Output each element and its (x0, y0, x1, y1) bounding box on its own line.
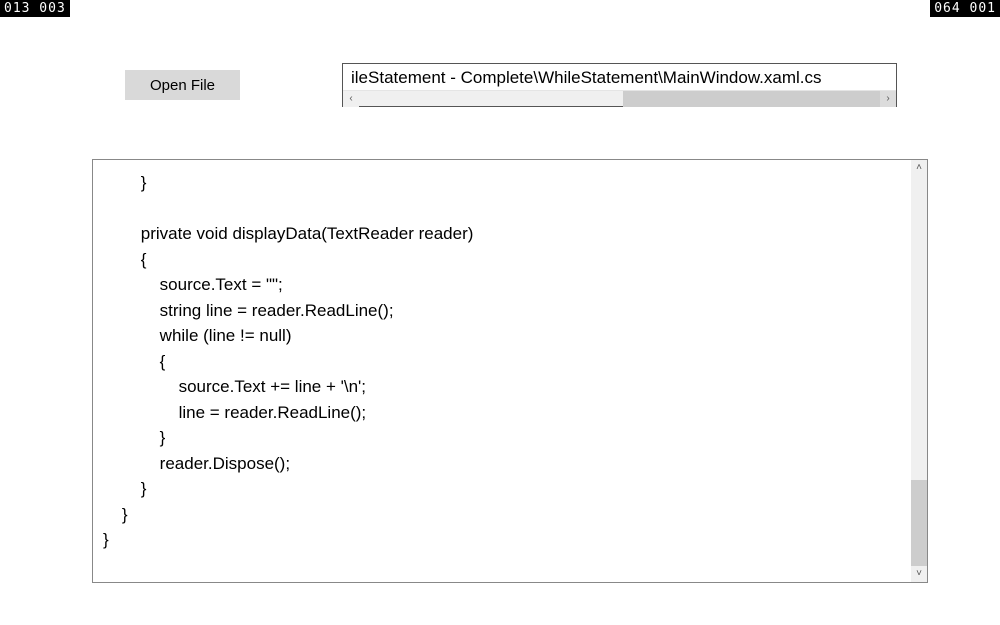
code-vscrollbar[interactable]: ˄ ˅ (911, 160, 927, 582)
file-path-text: ileStatement - Complete\WhileStatement\M… (343, 64, 896, 90)
scroll-left-icon[interactable]: ‹ (343, 91, 359, 107)
code-viewer[interactable]: } private void displayData(TextReader re… (92, 159, 928, 583)
vscroll-thumb[interactable] (911, 480, 927, 566)
scroll-down-icon[interactable]: ˅ (911, 566, 927, 582)
file-path-hscrollbar[interactable]: ‹ › (343, 90, 896, 106)
scroll-right-icon[interactable]: › (880, 91, 896, 107)
scroll-up-icon[interactable]: ˄ (911, 160, 927, 176)
file-path-field[interactable]: ileStatement - Complete\WhileStatement\M… (342, 63, 897, 107)
open-file-button[interactable]: Open File (125, 70, 240, 100)
hscroll-thumb[interactable] (623, 91, 880, 107)
corner-badge-left: 013 003 (0, 0, 70, 17)
corner-badge-right: 064 001 (930, 0, 1000, 17)
code-text: } private void displayData(TextReader re… (93, 160, 911, 582)
